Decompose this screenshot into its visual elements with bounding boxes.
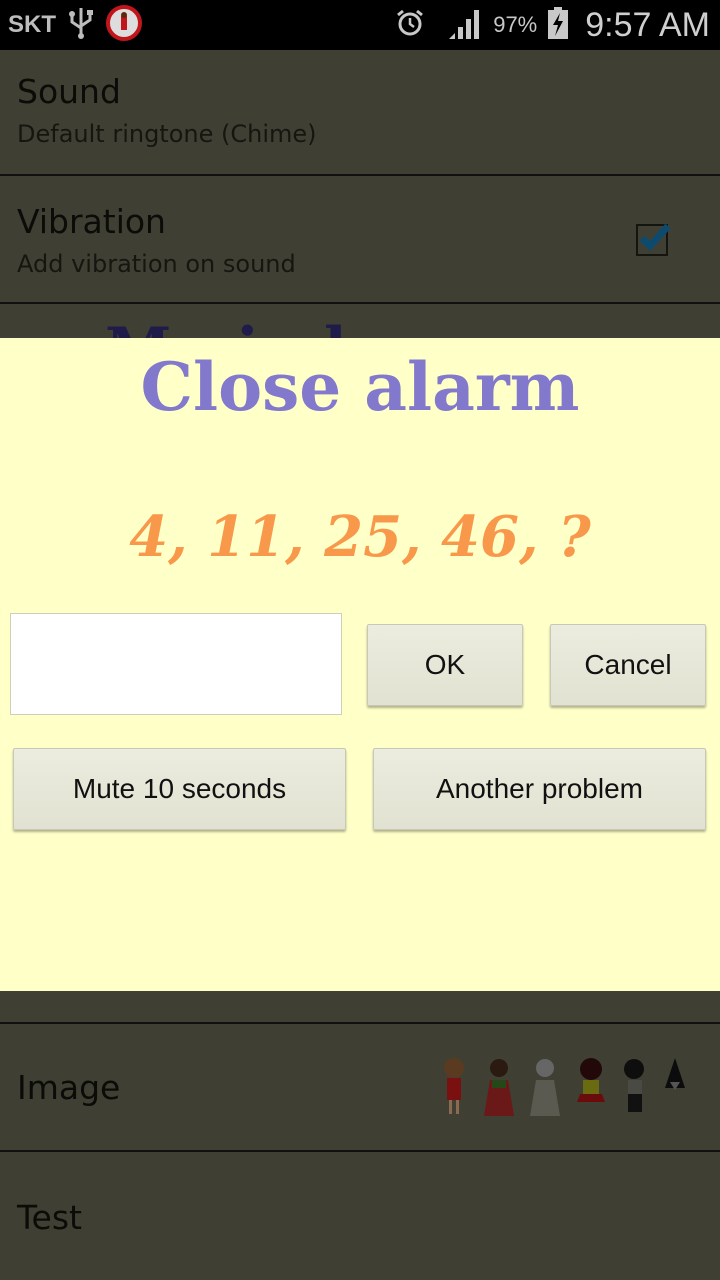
setting-vibration-title: Vibration xyxy=(17,202,166,241)
vibration-checkbox[interactable] xyxy=(636,220,674,261)
setting-vibration-subtitle: Add vibration on sound xyxy=(17,250,296,278)
status-bar: SKT 97% 9:57 AM xyxy=(0,0,720,50)
carrier-label: SKT xyxy=(8,11,56,38)
mute-10-seconds-button[interactable]: Mute 10 seconds xyxy=(13,748,346,830)
signal-icon xyxy=(447,6,483,45)
character-image xyxy=(530,1059,560,1116)
setting-hidden-row xyxy=(0,991,720,1024)
setting-sound[interactable]: Sound Default ringtone (Chime) xyxy=(0,50,720,176)
another-problem-button[interactable]: Another problem xyxy=(373,748,706,830)
character-image xyxy=(444,1058,464,1114)
setting-test-title: Test xyxy=(17,1198,82,1237)
character-image xyxy=(665,1058,685,1090)
alarm-clock-icon xyxy=(395,8,425,43)
cancel-button[interactable]: Cancel xyxy=(550,624,706,706)
dialog-title: Close alarm xyxy=(140,348,580,426)
setting-vibration[interactable]: Vibration Add vibration on sound xyxy=(0,176,720,304)
clock-app-icon xyxy=(106,4,142,46)
setting-image[interactable]: Image xyxy=(0,1024,720,1152)
battery-charging-icon xyxy=(547,6,569,45)
character-image xyxy=(484,1059,514,1116)
close-alarm-dialog: Close alarm 4, 11, 25, 46, ? OK Cancel M… xyxy=(0,338,720,991)
setting-sound-title: Sound xyxy=(17,72,121,111)
ok-button[interactable]: OK xyxy=(367,624,523,706)
answer-input[interactable] xyxy=(10,613,342,715)
setting-test[interactable]: Test xyxy=(0,1152,720,1280)
battery-percent: 97% xyxy=(493,12,538,37)
math-problem: 4, 11, 25, 46, ? xyxy=(129,504,591,570)
character-image xyxy=(624,1059,644,1112)
character-image xyxy=(577,1058,605,1102)
character-images xyxy=(438,1056,688,1118)
setting-sound-subtitle: Default ringtone (Chime) xyxy=(17,120,317,148)
setting-image-title: Image xyxy=(17,1068,121,1107)
usb-icon xyxy=(68,6,94,45)
clock-time: 9:57 AM xyxy=(585,5,710,44)
